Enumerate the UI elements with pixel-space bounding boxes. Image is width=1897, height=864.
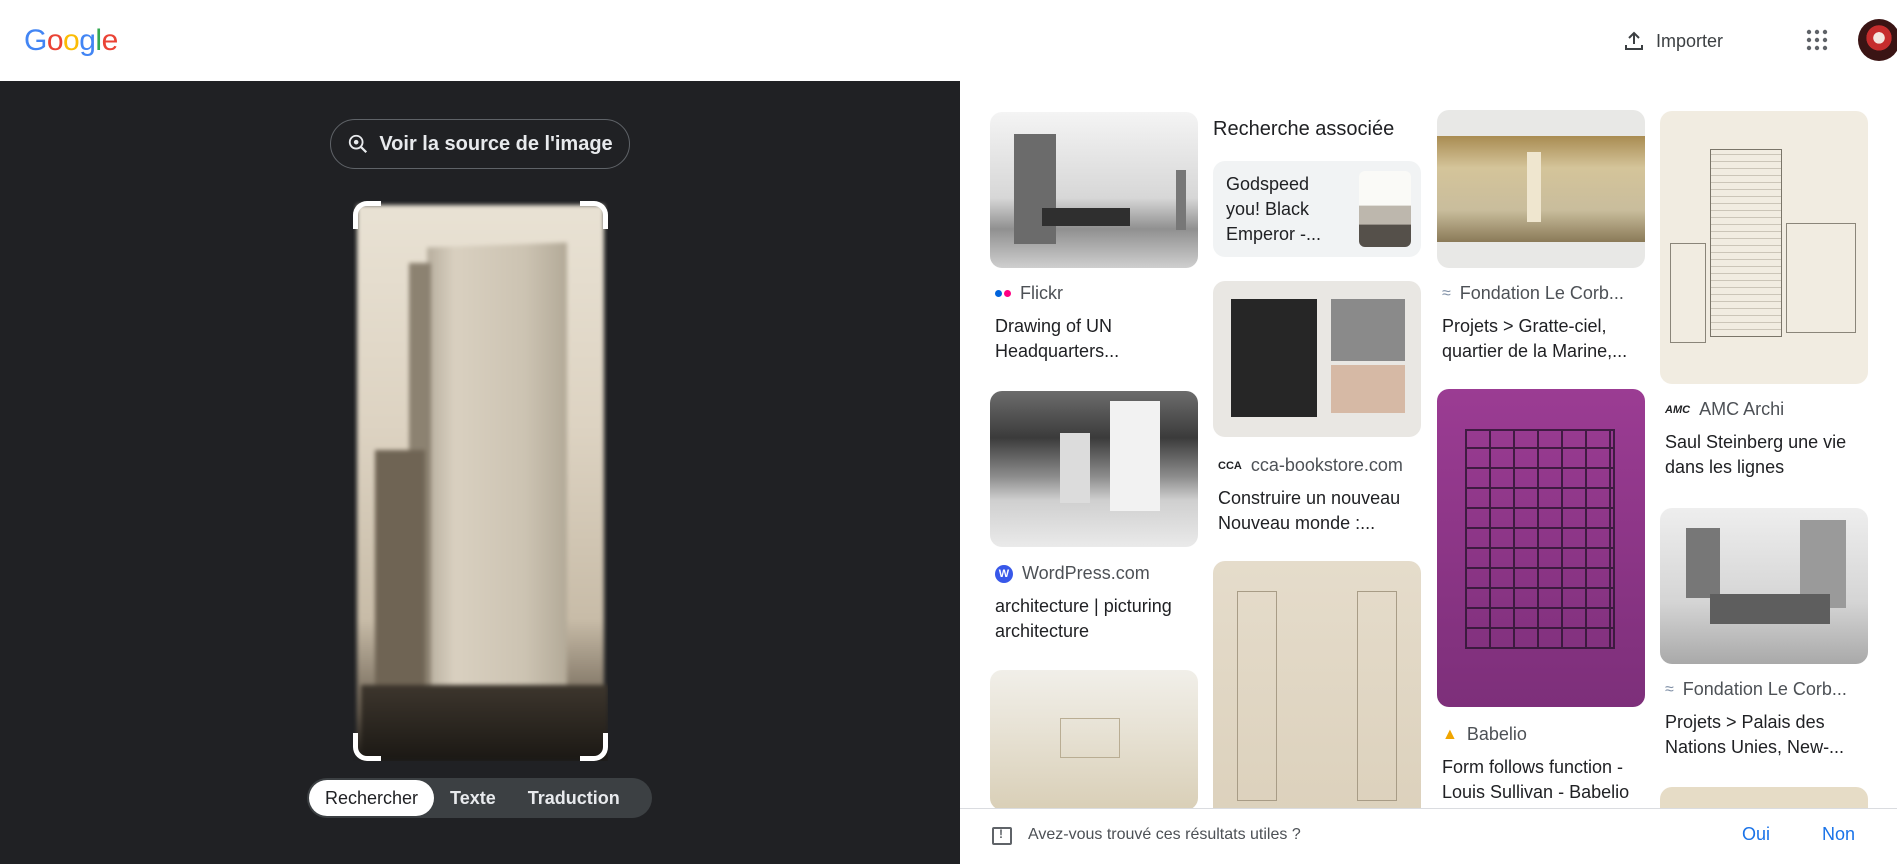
result-source[interactable]: Flickr bbox=[995, 283, 1063, 304]
query-image bbox=[357, 205, 608, 761]
result-title[interactable]: Saul Steinberg une vie dans les lignes bbox=[1665, 430, 1865, 480]
result-source[interactable]: AMC AMC Archi bbox=[1665, 399, 1784, 420]
tab-text[interactable]: Texte bbox=[434, 780, 512, 816]
crop-region[interactable] bbox=[353, 201, 608, 761]
wordpress-icon: W bbox=[995, 564, 1013, 583]
result-thumbnail[interactable] bbox=[1213, 281, 1421, 437]
result-title[interactable]: architecture | picturing architecture bbox=[995, 594, 1200, 644]
crop-handle-bottom-left[interactable] bbox=[353, 733, 381, 761]
crop-handle-top-right[interactable] bbox=[580, 201, 608, 229]
result-thumbnail[interactable] bbox=[1437, 110, 1645, 268]
feedback-bar: Avez-vous trouvé ces résultats utiles ? … bbox=[960, 808, 1897, 864]
babelio-icon: ▲ bbox=[1442, 725, 1458, 743]
view-image-source-button[interactable]: Voir la source de l'image bbox=[330, 119, 630, 169]
result-thumbnail[interactable] bbox=[1660, 111, 1868, 384]
lens-search-icon bbox=[349, 134, 368, 154]
related-search-thumbnail bbox=[1359, 171, 1411, 247]
top-bar: Google Importer bbox=[0, 0, 1897, 81]
view-image-source-label: Voir la source de l'image bbox=[379, 132, 613, 155]
result-source[interactable]: W WordPress.com bbox=[995, 563, 1150, 584]
fondation-le-corbusier-icon: ≈ bbox=[1665, 680, 1674, 698]
result-source[interactable]: ≈ Fondation Le Corb... bbox=[1665, 679, 1847, 700]
fondation-le-corbusier-icon: ≈ bbox=[1442, 284, 1451, 302]
crop-handle-bottom-right[interactable] bbox=[580, 733, 608, 761]
feedback-icon bbox=[992, 827, 1012, 845]
feedback-yes-button[interactable]: Oui bbox=[1742, 824, 1770, 845]
related-search-heading: Recherche associée bbox=[1213, 118, 1395, 140]
visual-matches-panel: Flickr Drawing of UN Headquarters... W W… bbox=[960, 81, 1897, 864]
tab-search[interactable]: Rechercher bbox=[309, 780, 435, 816]
result-title[interactable]: Projets > Gratte-ciel, quartier de la Ma… bbox=[1442, 314, 1647, 364]
result-title[interactable]: Construire un nouveau Nouveau monde :... bbox=[1218, 486, 1418, 536]
result-source[interactable]: CCA cca-bookstore.com bbox=[1218, 455, 1403, 476]
flickr-icon bbox=[995, 290, 1011, 297]
result-thumbnail[interactable] bbox=[1660, 508, 1868, 664]
result-title[interactable]: Drawing of UN Headquarters... bbox=[995, 314, 1195, 364]
result-thumbnail[interactable] bbox=[1213, 561, 1421, 808]
related-search-query: Godspeed you! Black Emperor -... bbox=[1226, 174, 1322, 244]
upload-icon bbox=[1625, 31, 1643, 50]
result-thumbnail[interactable] bbox=[990, 670, 1198, 808]
result-source[interactable]: ≈ Fondation Le Corb... bbox=[1442, 283, 1624, 304]
related-search-card[interactable]: Godspeed you! Black Emperor -... bbox=[1213, 161, 1421, 257]
lens-mode-tabs: Rechercher Texte Traduction bbox=[307, 778, 652, 818]
crop-handle-top-left[interactable] bbox=[353, 201, 381, 229]
tab-translate[interactable]: Traduction bbox=[512, 780, 636, 816]
result-title[interactable]: Form follows function - Louis Sullivan -… bbox=[1442, 755, 1647, 805]
feedback-no-button[interactable]: Non bbox=[1822, 824, 1855, 845]
results-grid: Flickr Drawing of UN Headquarters... W W… bbox=[960, 81, 1897, 808]
avatar[interactable] bbox=[1858, 19, 1897, 61]
import-label: Importer bbox=[1656, 30, 1724, 51]
amc-archi-icon: AMC bbox=[1665, 403, 1691, 416]
result-title[interactable]: Projets > Palais des Nations Unies, New-… bbox=[1665, 710, 1865, 760]
result-thumbnail[interactable] bbox=[1437, 389, 1645, 707]
google-logo[interactable]: Google bbox=[24, 24, 118, 58]
result-thumbnail[interactable] bbox=[1660, 787, 1868, 808]
image-viewer-panel: Voir la source de l'image Rechercher Tex… bbox=[0, 81, 960, 864]
apps-grid-icon[interactable] bbox=[1805, 28, 1829, 52]
cca-icon: CCA bbox=[1218, 459, 1242, 472]
result-thumbnail[interactable] bbox=[990, 391, 1198, 547]
result-thumbnail[interactable] bbox=[990, 112, 1198, 268]
result-source[interactable]: ▲ Babelio bbox=[1442, 724, 1527, 745]
import-button[interactable]: Importer bbox=[1622, 22, 1723, 60]
feedback-question: Avez-vous trouvé ces résultats utiles ? bbox=[1028, 826, 1301, 843]
